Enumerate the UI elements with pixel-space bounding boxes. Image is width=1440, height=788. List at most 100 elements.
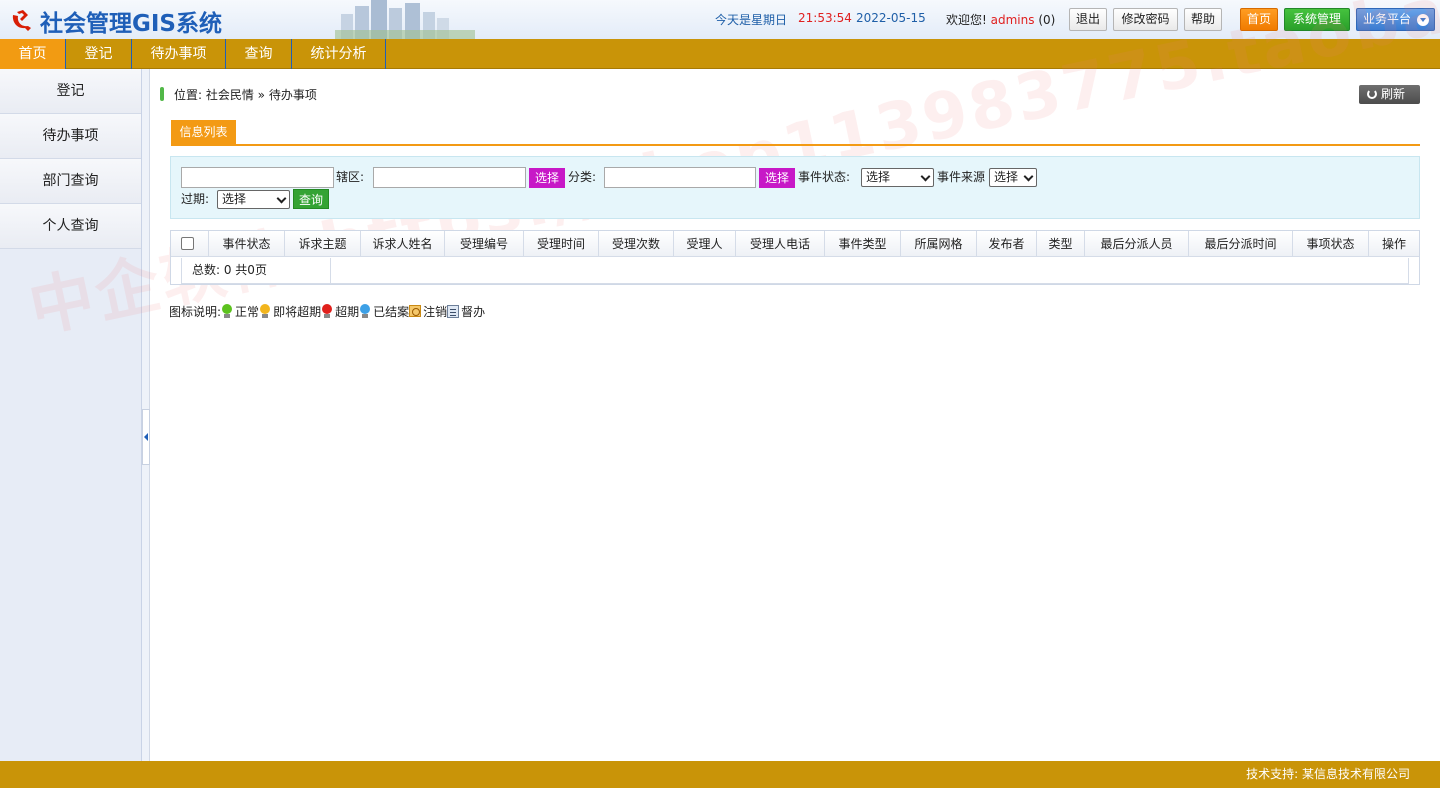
column-header[interactable]: 所属网格: [901, 231, 977, 257]
chevron-down-icon: [920, 171, 931, 182]
column-header[interactable]: 受理编号: [445, 231, 524, 257]
nav-item-query[interactable]: 查询: [226, 39, 292, 69]
supervise-icon: [447, 304, 460, 318]
event-status-value: 选择: [866, 170, 891, 184]
column-header[interactable]: 最后分派人员: [1085, 231, 1189, 257]
column-header[interactable]: 事件状态: [209, 231, 285, 257]
tab-info-list[interactable]: 信息列表: [171, 120, 236, 144]
column-header[interactable]: 诉求主题: [285, 231, 361, 257]
legend-label: 注销: [423, 304, 448, 319]
main-nav: 首页 登记 待办事项 查询 统计分析: [0, 39, 1440, 69]
select-all-checkbox[interactable]: [181, 237, 194, 250]
legend-title: 图标说明:: [169, 304, 222, 319]
bulb-green-icon: [221, 303, 233, 319]
event-source-select[interactable]: 选择: [989, 168, 1037, 187]
footer-text: 技术支持: 某信息技术有限公司: [1246, 767, 1410, 781]
bulb-blue-icon: [359, 303, 371, 319]
column-header[interactable]: 事项状态: [1293, 231, 1369, 257]
welcome-label: 欢迎您!: [946, 13, 987, 27]
change-password-button[interactable]: 修改密码: [1113, 8, 1178, 31]
nav-item-register[interactable]: 登记: [66, 39, 132, 69]
overdue-value: 选择: [222, 192, 247, 206]
filter-panel: 辖区: 选择 分类: 选择 事件状态: 选择 事件来源 选择 过期: 选择 查询: [170, 156, 1420, 219]
tab-underline: [171, 144, 1420, 146]
legend-label: 正常: [235, 304, 260, 319]
footer: 技术支持: 某信息技术有限公司: [0, 761, 1440, 788]
refresh-icon: [1367, 89, 1377, 99]
pagination-summary: 总数: 0 共0页: [182, 258, 331, 283]
sidebar-item-department-query[interactable]: 部门查询: [0, 159, 141, 204]
category-input[interactable]: [604, 167, 756, 188]
business-platform-label: 业务平台: [1363, 12, 1412, 26]
column-header[interactable]: 受理人: [674, 231, 736, 257]
legend-cancelled: 注销: [409, 303, 447, 320]
legend-supervise: 督办: [447, 303, 485, 320]
event-status-select[interactable]: 选择: [861, 168, 934, 187]
district-input[interactable]: [373, 167, 526, 188]
legend-label: 即将超期: [273, 304, 322, 319]
legend-label: 超期: [335, 304, 360, 319]
column-header[interactable]: 受理次数: [599, 231, 674, 257]
sidebar-item-personal-query[interactable]: 个人查询: [0, 204, 141, 249]
system-admin-button[interactable]: 系统管理: [1284, 8, 1350, 31]
query-button[interactable]: 查询: [293, 189, 329, 209]
overdue-label: 过期:: [181, 192, 210, 206]
logout-button[interactable]: 退出: [1069, 8, 1107, 31]
clock-time: 21:53:54: [798, 11, 852, 25]
app-header: 社会管理GIS系统 今天是星期日 21:53:54 2022-05-15 欢迎您…: [0, 0, 1440, 39]
collapse-sidebar-icon[interactable]: [142, 409, 150, 465]
nav-item-home[interactable]: 首页: [0, 39, 66, 69]
legend-overdue: 超期: [321, 303, 359, 320]
cancel-icon: [409, 305, 422, 317]
category-select-button[interactable]: 选择: [759, 168, 795, 188]
legend-normal: 正常: [221, 303, 259, 320]
column-header[interactable]: 操作: [1369, 231, 1419, 257]
keyword-input[interactable]: [181, 167, 334, 188]
column-header[interactable]: 事件类型: [825, 231, 901, 257]
breadcrumb-text: 位置: 社会民情 » 待办事项: [174, 87, 317, 102]
overdue-select[interactable]: 选择: [217, 190, 290, 209]
message-count[interactable]: (0): [1038, 13, 1055, 27]
sidebar-splitter[interactable]: [142, 69, 150, 761]
bulb-red-icon: [321, 303, 333, 319]
event-status-label: 事件状态:: [798, 170, 851, 184]
nav-item-statistics[interactable]: 统计分析: [292, 39, 386, 69]
column-header[interactable]: 最后分派时间: [1189, 231, 1293, 257]
chevron-down-icon: [1023, 171, 1034, 182]
welcome-text: 欢迎您! admins (0): [946, 11, 1055, 28]
refresh-button[interactable]: 刷新: [1359, 85, 1420, 104]
event-source-value: 选择: [994, 170, 1019, 184]
event-source-label: 事件来源: [937, 170, 986, 184]
breadcrumb: 位置: 社会民情 » 待办事项: [160, 86, 317, 102]
weekday-text: 今天是星期日: [715, 13, 788, 27]
legend-label: 已结案: [373, 304, 410, 319]
sidebar-item-todo[interactable]: 待办事项: [0, 114, 141, 159]
table-footer: 总数: 0 共0页: [181, 258, 1409, 284]
legend-near-overdue: 即将超期: [259, 303, 321, 320]
select-all-cell: [171, 231, 209, 257]
sidebar: 登记 待办事项 部门查询 个人查询: [0, 69, 142, 761]
column-header[interactable]: 类型: [1037, 231, 1085, 257]
icon-legend: 图标说明: 正常 即将超期 超期 已结案 注销 督办: [169, 302, 485, 320]
emblem-icon: [12, 10, 31, 31]
district-select-button[interactable]: 选择: [529, 168, 565, 188]
current-date: 2022-05-15: [856, 11, 926, 25]
username[interactable]: admins: [991, 13, 1035, 27]
home-button[interactable]: 首页: [1240, 8, 1278, 31]
header-buildings-image: [335, 0, 475, 39]
help-button[interactable]: 帮助: [1184, 8, 1222, 31]
app-title: 社会管理GIS系统: [40, 11, 223, 37]
breadcrumb-marker-icon: [160, 87, 164, 101]
category-label: 分类:: [568, 170, 597, 184]
column-header[interactable]: 发布者: [977, 231, 1037, 257]
column-header[interactable]: 诉求人姓名: [361, 231, 445, 257]
bulb-yellow-icon: [259, 303, 271, 319]
legend-closed: 已结案: [359, 303, 409, 320]
sidebar-item-register[interactable]: 登记: [0, 69, 141, 114]
nav-item-todo[interactable]: 待办事项: [132, 39, 226, 69]
business-platform-button[interactable]: 业务平台: [1356, 8, 1435, 31]
event-table: 事件状态 诉求主题 诉求人姓名 受理编号 受理时间 受理次数 受理人 受理人电话…: [170, 230, 1420, 285]
column-header[interactable]: 受理人电话: [736, 231, 825, 257]
column-header[interactable]: 受理时间: [524, 231, 599, 257]
chevron-down-icon: [276, 193, 287, 204]
